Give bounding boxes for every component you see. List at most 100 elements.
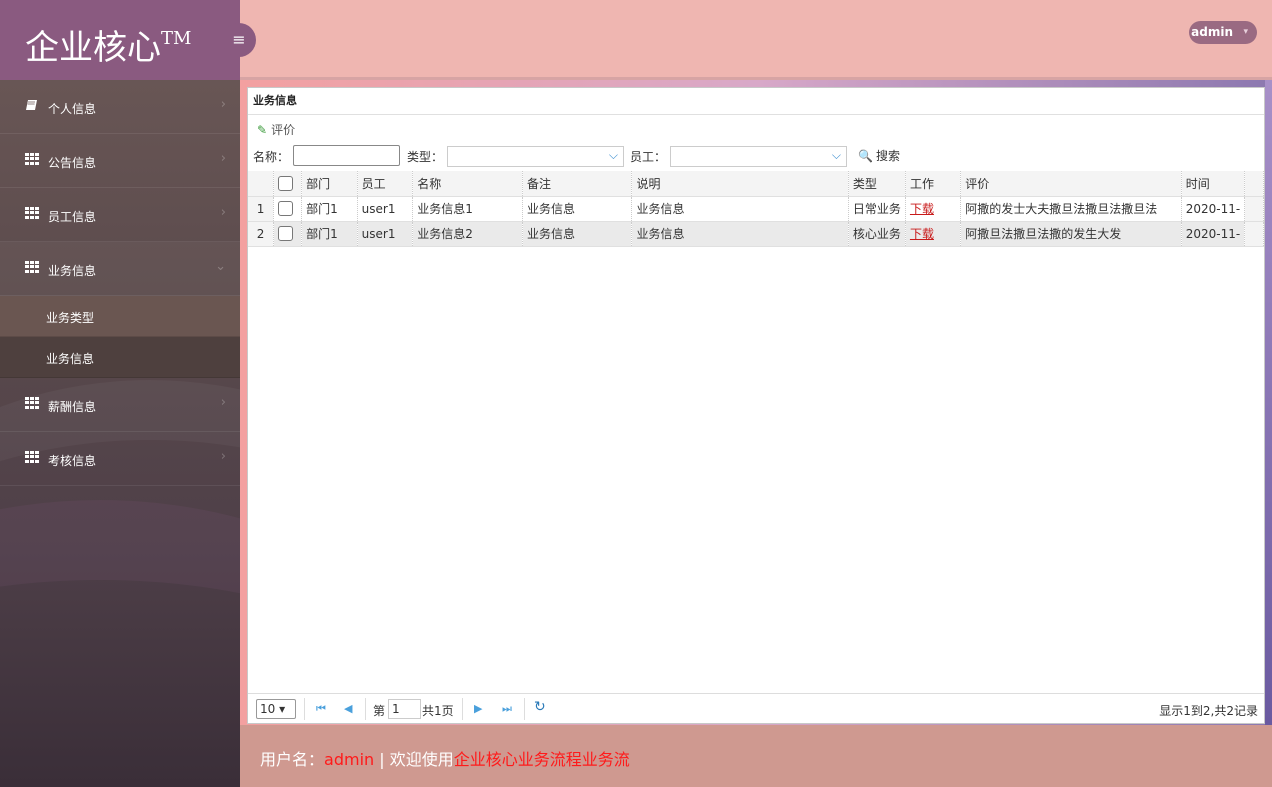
staff-select[interactable]: ⌵ xyxy=(670,146,847,167)
eval-button[interactable]: ✎ 评价 xyxy=(257,121,295,138)
sidebar-item-label: 员工信息 xyxy=(48,210,97,224)
select-all-checkbox-cell[interactable] xyxy=(273,171,303,197)
search-bar: 名称： 类型： ⌵ 员工： ⌵ 🔍 搜索 xyxy=(248,141,1264,169)
column-header[interactable]: 名称 xyxy=(412,171,523,197)
type-select[interactable]: ⌵ xyxy=(447,146,624,167)
page-size-value: 10 xyxy=(260,702,276,716)
chevron-down-icon: ⌄ xyxy=(215,259,226,274)
page-size-select[interactable]: 10 ▾ xyxy=(256,699,296,719)
right-edge xyxy=(1265,80,1272,725)
sidebar-item-personal[interactable]: 个人信息 › xyxy=(0,80,240,134)
brand-header: 企业核心TM xyxy=(0,0,240,80)
divider xyxy=(365,698,366,720)
sidebar-subitem-business-type[interactable]: 业务类型 xyxy=(0,296,240,337)
search-button[interactable]: 🔍 搜索 xyxy=(858,147,900,164)
row-checkbox[interactable] xyxy=(278,201,294,216)
divider xyxy=(524,698,525,720)
book-icon xyxy=(25,99,39,111)
sidebar-subitem-business-info[interactable]: 业务信息 xyxy=(0,337,240,378)
panel-title: 业务信息 xyxy=(248,88,1264,115)
chevron-right-icon: › xyxy=(220,205,226,220)
cell-eval: 阿撒的发士大夫撒旦法撒旦法撒旦法 xyxy=(960,196,1182,222)
sidebar-item-label: 薪酬信息 xyxy=(48,400,97,414)
row-checkbox-cell[interactable] xyxy=(273,221,303,247)
row-checkbox[interactable] xyxy=(278,226,294,241)
divider xyxy=(304,698,305,720)
column-header[interactable]: 部门 xyxy=(301,171,358,197)
grid-icon xyxy=(25,451,39,463)
trademark: TM xyxy=(161,28,192,49)
grid-icon xyxy=(25,397,39,409)
name-label: 名称： xyxy=(253,150,290,164)
footer-user-name: admin xyxy=(324,750,375,769)
footer-system-name: 企业核心业务流程业务流 xyxy=(453,750,630,769)
sidebar-item-salary[interactable]: 薪酬信息 › xyxy=(0,378,240,432)
cell-eval: 阿撒旦法撒旦法撒的发生大发 xyxy=(960,221,1182,247)
prev-page-icon[interactable]: ◀ xyxy=(344,702,352,715)
search-label: 搜索 xyxy=(875,149,900,163)
page-number-input[interactable]: 1 xyxy=(388,699,421,719)
brand-title-text: 企业核心 xyxy=(25,28,161,68)
search-icon: 🔍 xyxy=(858,149,873,163)
grid-icon xyxy=(25,153,39,165)
sidebar-item-staff[interactable]: 员工信息 › xyxy=(0,188,240,242)
topbar: admin ▾ xyxy=(240,0,1272,80)
column-header[interactable]: 类型 xyxy=(848,171,906,197)
column-header[interactable]: 时间 xyxy=(1181,171,1246,197)
main-area: 业务信息 ✎ 评价 名称： 类型： ⌵ 员工： ⌵ 🔍 搜索 部门 员工 名称 … xyxy=(240,80,1272,725)
column-header[interactable]: 工作 xyxy=(905,171,962,197)
first-page-icon[interactable]: ⏮ xyxy=(316,702,326,716)
brand-title: 企业核心TM xyxy=(25,20,191,69)
footer-welcome: | 欢迎使用 xyxy=(374,750,454,769)
caret-down-icon: ▾ xyxy=(1243,27,1248,37)
cell-work: 下载 xyxy=(905,196,962,222)
sidebar-item-label: 个人信息 xyxy=(48,102,97,116)
page-total: 共1页 xyxy=(422,704,454,718)
user-menu-button[interactable]: admin ▾ xyxy=(1189,21,1257,44)
eval-label: 评价 xyxy=(271,123,296,137)
table-header-row: 部门 员工 名称 备注 说明 类型 工作 评价 时间 xyxy=(248,171,1264,197)
sidebar-item-assessment[interactable]: 考核信息 › xyxy=(0,432,240,486)
table-row[interactable]: 1 部门1 user1 业务信息1 业务信息 业务信息 日常业务 下载 阿撒的发… xyxy=(248,196,1264,222)
sidebar-item-business[interactable]: 业务信息 ⌄ xyxy=(0,242,240,296)
refresh-icon[interactable]: ↻ xyxy=(534,699,546,715)
staff-label: 员工： xyxy=(630,150,667,164)
download-link[interactable]: 下载 xyxy=(910,202,934,216)
divider xyxy=(462,698,463,720)
next-page-icon[interactable]: ▶ xyxy=(474,702,482,715)
cell-work: 下载 xyxy=(905,221,962,247)
table-row[interactable]: 2 部门1 user1 业务信息2 业务信息 业务信息 核心业务 下载 阿撒旦法… xyxy=(248,221,1264,247)
sidebar-subitem-label: 业务信息 xyxy=(46,352,95,366)
download-link[interactable]: 下载 xyxy=(910,227,934,241)
select-all-checkbox[interactable] xyxy=(278,175,294,191)
cell-desc: 业务信息 xyxy=(631,196,849,222)
chevron-down-icon: ⌵ xyxy=(608,148,618,162)
cell-remark: 业务信息 xyxy=(522,221,633,247)
row-number-header xyxy=(248,171,275,197)
scroll-gutter xyxy=(1244,196,1264,222)
cell-staff: user1 xyxy=(357,221,414,247)
cell-staff: user1 xyxy=(357,196,414,222)
grid-icon xyxy=(25,207,39,219)
column-header[interactable]: 评价 xyxy=(960,171,1182,197)
chevron-down-icon: ⌵ xyxy=(831,148,841,162)
scroll-gutter xyxy=(1244,221,1264,247)
footer-text: 用户名：admin | 欢迎使用企业核心业务流程业务流 xyxy=(260,746,630,770)
footer: 用户名：admin | 欢迎使用企业核心业务流程业务流 xyxy=(240,725,1272,787)
column-header[interactable]: 备注 xyxy=(522,171,633,197)
pagination-bar: 10 ▾ ⏮ ◀ 第 1 共1页 ▶ ⏭ ↻ 显示1到2,共2记录 xyxy=(248,693,1264,723)
cell-time: 2020-11- xyxy=(1181,221,1246,247)
cell-dept: 部门1 xyxy=(301,221,358,247)
cell-name: 业务信息1 xyxy=(412,196,523,222)
sidebar-subitem-label: 业务类型 xyxy=(46,311,95,325)
last-page-icon[interactable]: ⏭ xyxy=(502,702,512,716)
cell-desc: 业务信息 xyxy=(631,221,849,247)
cell-time: 2020-11- xyxy=(1181,196,1246,222)
sidebar-item-label: 考核信息 xyxy=(48,454,97,468)
sidebar-toggle-button[interactable]: ≡ xyxy=(222,23,256,57)
column-header[interactable]: 员工 xyxy=(357,171,414,197)
column-header[interactable]: 说明 xyxy=(631,171,849,197)
name-input[interactable] xyxy=(293,145,400,166)
row-checkbox-cell[interactable] xyxy=(273,196,303,222)
sidebar-item-announcements[interactable]: 公告信息 › xyxy=(0,134,240,188)
